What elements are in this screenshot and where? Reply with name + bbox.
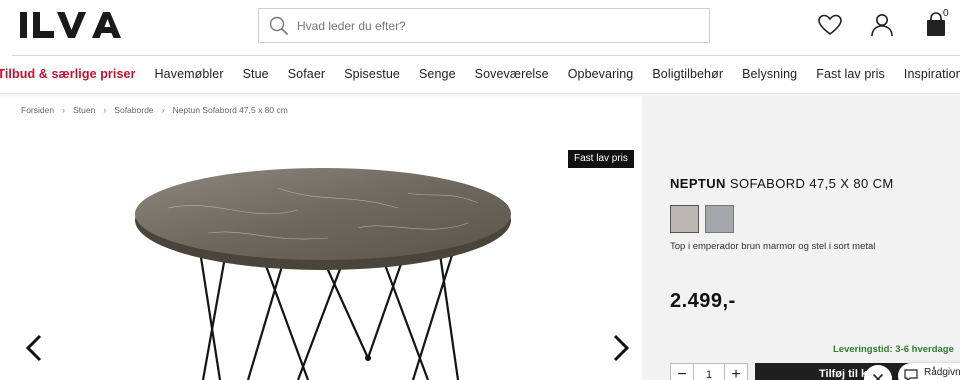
ilva-logo[interactable] [20, 9, 124, 41]
product-description: Top i emperador brun marmor og stel i so… [670, 241, 876, 252]
nav-item-accessories[interactable]: Boligtilbehør [643, 67, 733, 81]
product-price: 2.499,- [670, 290, 736, 312]
site-header: 0 [0, 0, 960, 56]
search-bar [258, 8, 710, 43]
color-swatch-marble[interactable] [670, 205, 699, 233]
cart-count-badge: 0 [943, 8, 949, 19]
product-name: NEPTUN [670, 176, 726, 191]
breadcrumb-separator: › [62, 105, 66, 115]
fixed-low-price-badge: Fast lav pris [568, 150, 634, 168]
quantity-decrease-button[interactable]: − [670, 363, 694, 380]
breadcrumb-separator: › [161, 105, 165, 115]
nav-item-garden-furniture[interactable]: Havemøbler [145, 67, 233, 81]
nav-item-lighting[interactable]: Belysning [733, 67, 807, 81]
breadcrumb-home[interactable]: Forsiden [21, 105, 54, 115]
product-subtitle: SOFABORD 47,5 X 80 CM [729, 176, 894, 191]
nav-item-inspiration[interactable]: Inspiration [894, 67, 960, 81]
search-icon[interactable] [269, 16, 289, 36]
quantity-increase-button[interactable]: + [724, 363, 748, 380]
chat-bubble-icon [904, 369, 918, 380]
product-image [135, 168, 511, 380]
breadcrumb-living-room[interactable]: Stuen [73, 105, 95, 115]
heart-icon[interactable] [817, 12, 843, 38]
breadcrumb-coffee-tables[interactable]: Sofaborde [114, 105, 153, 115]
main-navigation: Tilbud & særlige priser Havemøbler Stue … [0, 56, 960, 94]
nav-item-sofas[interactable]: Sofaer [278, 67, 334, 81]
nav-item-storage[interactable]: Opbevaring [558, 67, 643, 81]
product-info-panel [642, 96, 960, 380]
search-input[interactable] [297, 9, 697, 42]
breadcrumb: Forsiden › Stuen › Sofaborde › Neptun So… [21, 105, 288, 115]
nav-item-dining[interactable]: Spisestue [335, 67, 410, 81]
nav-item-fixed-low-price[interactable]: Fast lav pris [807, 67, 895, 81]
color-swatch-grey[interactable] [705, 205, 734, 233]
nav-item-bedroom[interactable]: Soveværelse [465, 67, 558, 81]
nav-item-beds[interactable]: Senge [409, 67, 465, 81]
gallery-prev-arrow[interactable] [22, 332, 48, 364]
quantity-input[interactable]: 1 [694, 363, 724, 380]
breadcrumb-separator: › [103, 105, 107, 115]
user-icon[interactable] [869, 12, 895, 38]
product-title: NEPTUN SOFABORD 47,5 X 80 CM [670, 176, 894, 191]
nav-item-offers[interactable]: Tilbud & særlige priser [0, 67, 145, 81]
breadcrumb-current: Neptun Sofabord 47,5 x 80 cm [172, 105, 288, 115]
nav-item-living-room[interactable]: Stue [233, 67, 278, 81]
gallery-next-arrow[interactable] [607, 332, 633, 364]
delivery-time: Leveringstid: 3-6 hverdage [833, 344, 954, 355]
